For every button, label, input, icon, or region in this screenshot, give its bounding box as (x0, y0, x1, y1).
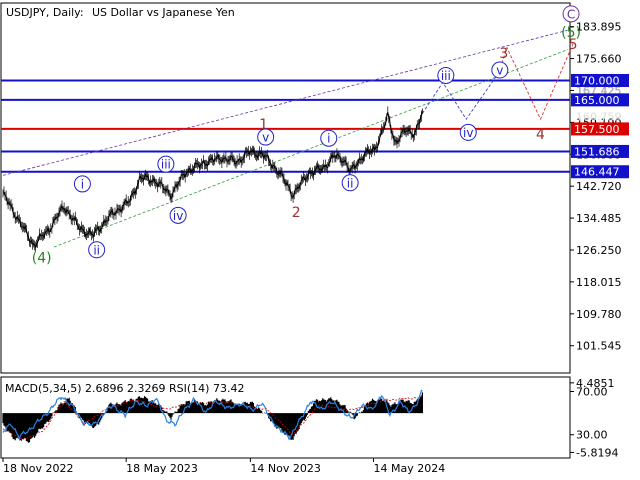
level-label: 170.000 (574, 74, 620, 87)
osc-tick-label: 70.00 (576, 386, 608, 399)
price-tick-label: 142.720 (576, 180, 622, 193)
level-label: 146.447 (574, 166, 620, 179)
price-chart[interactable]: (4)iiiiiiiv1v2iii3iii viv 4C(5)5 183.89517… (0, 0, 640, 480)
wave-label: C (567, 7, 575, 21)
price-tick-label: 118.015 (576, 276, 622, 289)
osc-tick-label: 30.00 (576, 429, 608, 442)
level-label: 165.000 (574, 94, 620, 107)
wave-label: iv (173, 209, 183, 223)
price-tick-label: 134.485 (576, 212, 622, 225)
osc-tick-label: -5.8194 (576, 446, 618, 459)
price-tick-label: 101.545 (576, 340, 622, 353)
wave-label: (4) (32, 251, 52, 267)
current-price-label: 160.759 (576, 110, 622, 123)
wave-label: 3 (499, 46, 508, 62)
wave-label: v (496, 64, 503, 78)
symbol-description: US Dollar vs Japanese Yen (92, 6, 235, 19)
wave-label: v (262, 131, 269, 145)
wave-label: iii (441, 69, 451, 83)
chart-header: USDJPY, Daily: US Dollar vs Japanese Yen (6, 6, 235, 19)
wave-label: 5 (569, 37, 578, 53)
price-tick-label: 109.780 (576, 308, 622, 321)
time-tick-label: 14 Nov 2023 (250, 462, 320, 475)
price-tick-label: 183.895 (576, 21, 622, 34)
wave-label: iv (463, 126, 473, 140)
wave-label: i (327, 132, 330, 146)
oscillator-title: MACD(5,34,5) 2.6896 2.3269 RSI(14) 73.42 (5, 382, 244, 395)
symbol-label: USDJPY, Daily: (6, 6, 84, 19)
price-tick-label: 175.660 (576, 53, 622, 66)
wave-label: ii (93, 243, 100, 257)
price-tick-label: 126.250 (576, 244, 622, 257)
time-tick-label: 18 Nov 2022 (3, 462, 73, 475)
level-label: 157.500 (574, 123, 620, 136)
level-label: 151.686 (574, 145, 620, 158)
wave-label: iii (161, 158, 171, 172)
time-tick-label: 14 May 2024 (374, 462, 446, 475)
wave-label: ii (347, 176, 354, 190)
wave-label: 2 (292, 205, 301, 221)
time-tick-label: 18 May 2023 (126, 462, 198, 475)
wave-label: i (81, 177, 84, 191)
wave-label: 4 (536, 127, 545, 143)
